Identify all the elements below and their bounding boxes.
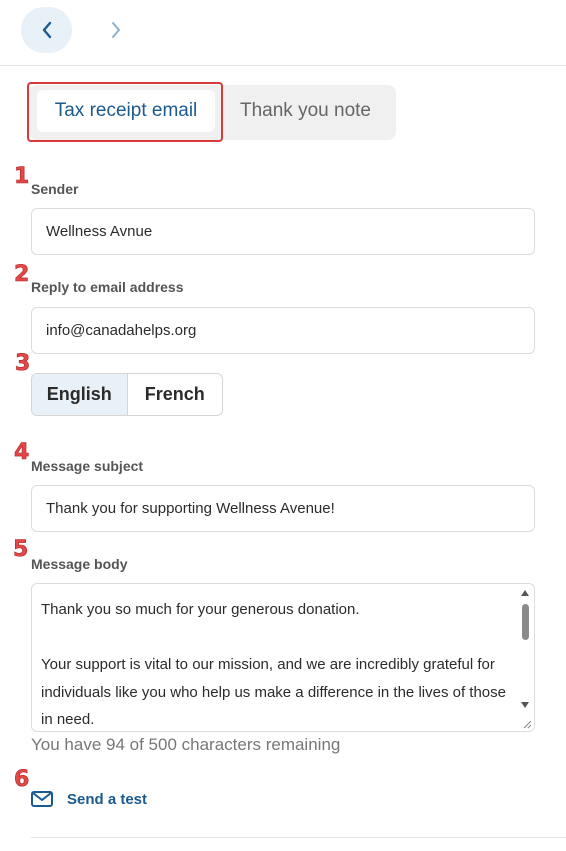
send-test-label: Send a test	[67, 790, 148, 808]
scroll-up-icon	[521, 590, 529, 596]
reply-to-label: Reply to email address	[31, 279, 184, 295]
back-button[interactable]	[21, 7, 72, 53]
reply-to-input[interactable]	[31, 307, 535, 354]
subject-label: Message subject	[31, 458, 144, 474]
language-english-button[interactable]: English	[32, 374, 128, 415]
scrollbar[interactable]	[518, 586, 532, 714]
sender-label: Sender	[31, 181, 79, 197]
scroll-thumb[interactable]	[522, 604, 529, 640]
message-body-text: Thank you so much for your generous dona…	[41, 601, 506, 728]
forward-button[interactable]	[98, 7, 134, 53]
top-divider	[0, 65, 566, 66]
step-marker-1: 1	[14, 164, 30, 189]
resize-handle-icon[interactable]	[520, 717, 532, 729]
step-marker-2: 2	[14, 262, 30, 287]
step-marker-5: 5	[13, 537, 29, 562]
chevron-left-icon	[42, 21, 51, 39]
chevron-right-icon	[112, 22, 120, 38]
step-marker-3: 3	[15, 351, 31, 376]
message-body-textarea[interactable]: Thank you so much for your generous dona…	[31, 583, 535, 732]
subject-input[interactable]	[31, 485, 535, 532]
step-marker-4: 4	[14, 440, 30, 465]
language-french-button[interactable]: French	[128, 374, 223, 415]
send-test-button[interactable]: Send a test	[31, 787, 147, 811]
scroll-down-icon	[521, 702, 529, 708]
language-toggle: English French	[31, 373, 223, 416]
character-counter: You have 94 of 500 characters remaining	[31, 735, 341, 754]
body-label: Message body	[31, 556, 128, 572]
step-marker-6: 6	[14, 767, 30, 792]
sender-input[interactable]	[31, 208, 535, 255]
envelope-icon	[31, 791, 53, 807]
highlight-box	[27, 82, 223, 142]
bottom-divider	[31, 837, 566, 838]
tab-thank-you-note[interactable]: Thank you note	[228, 90, 383, 132]
